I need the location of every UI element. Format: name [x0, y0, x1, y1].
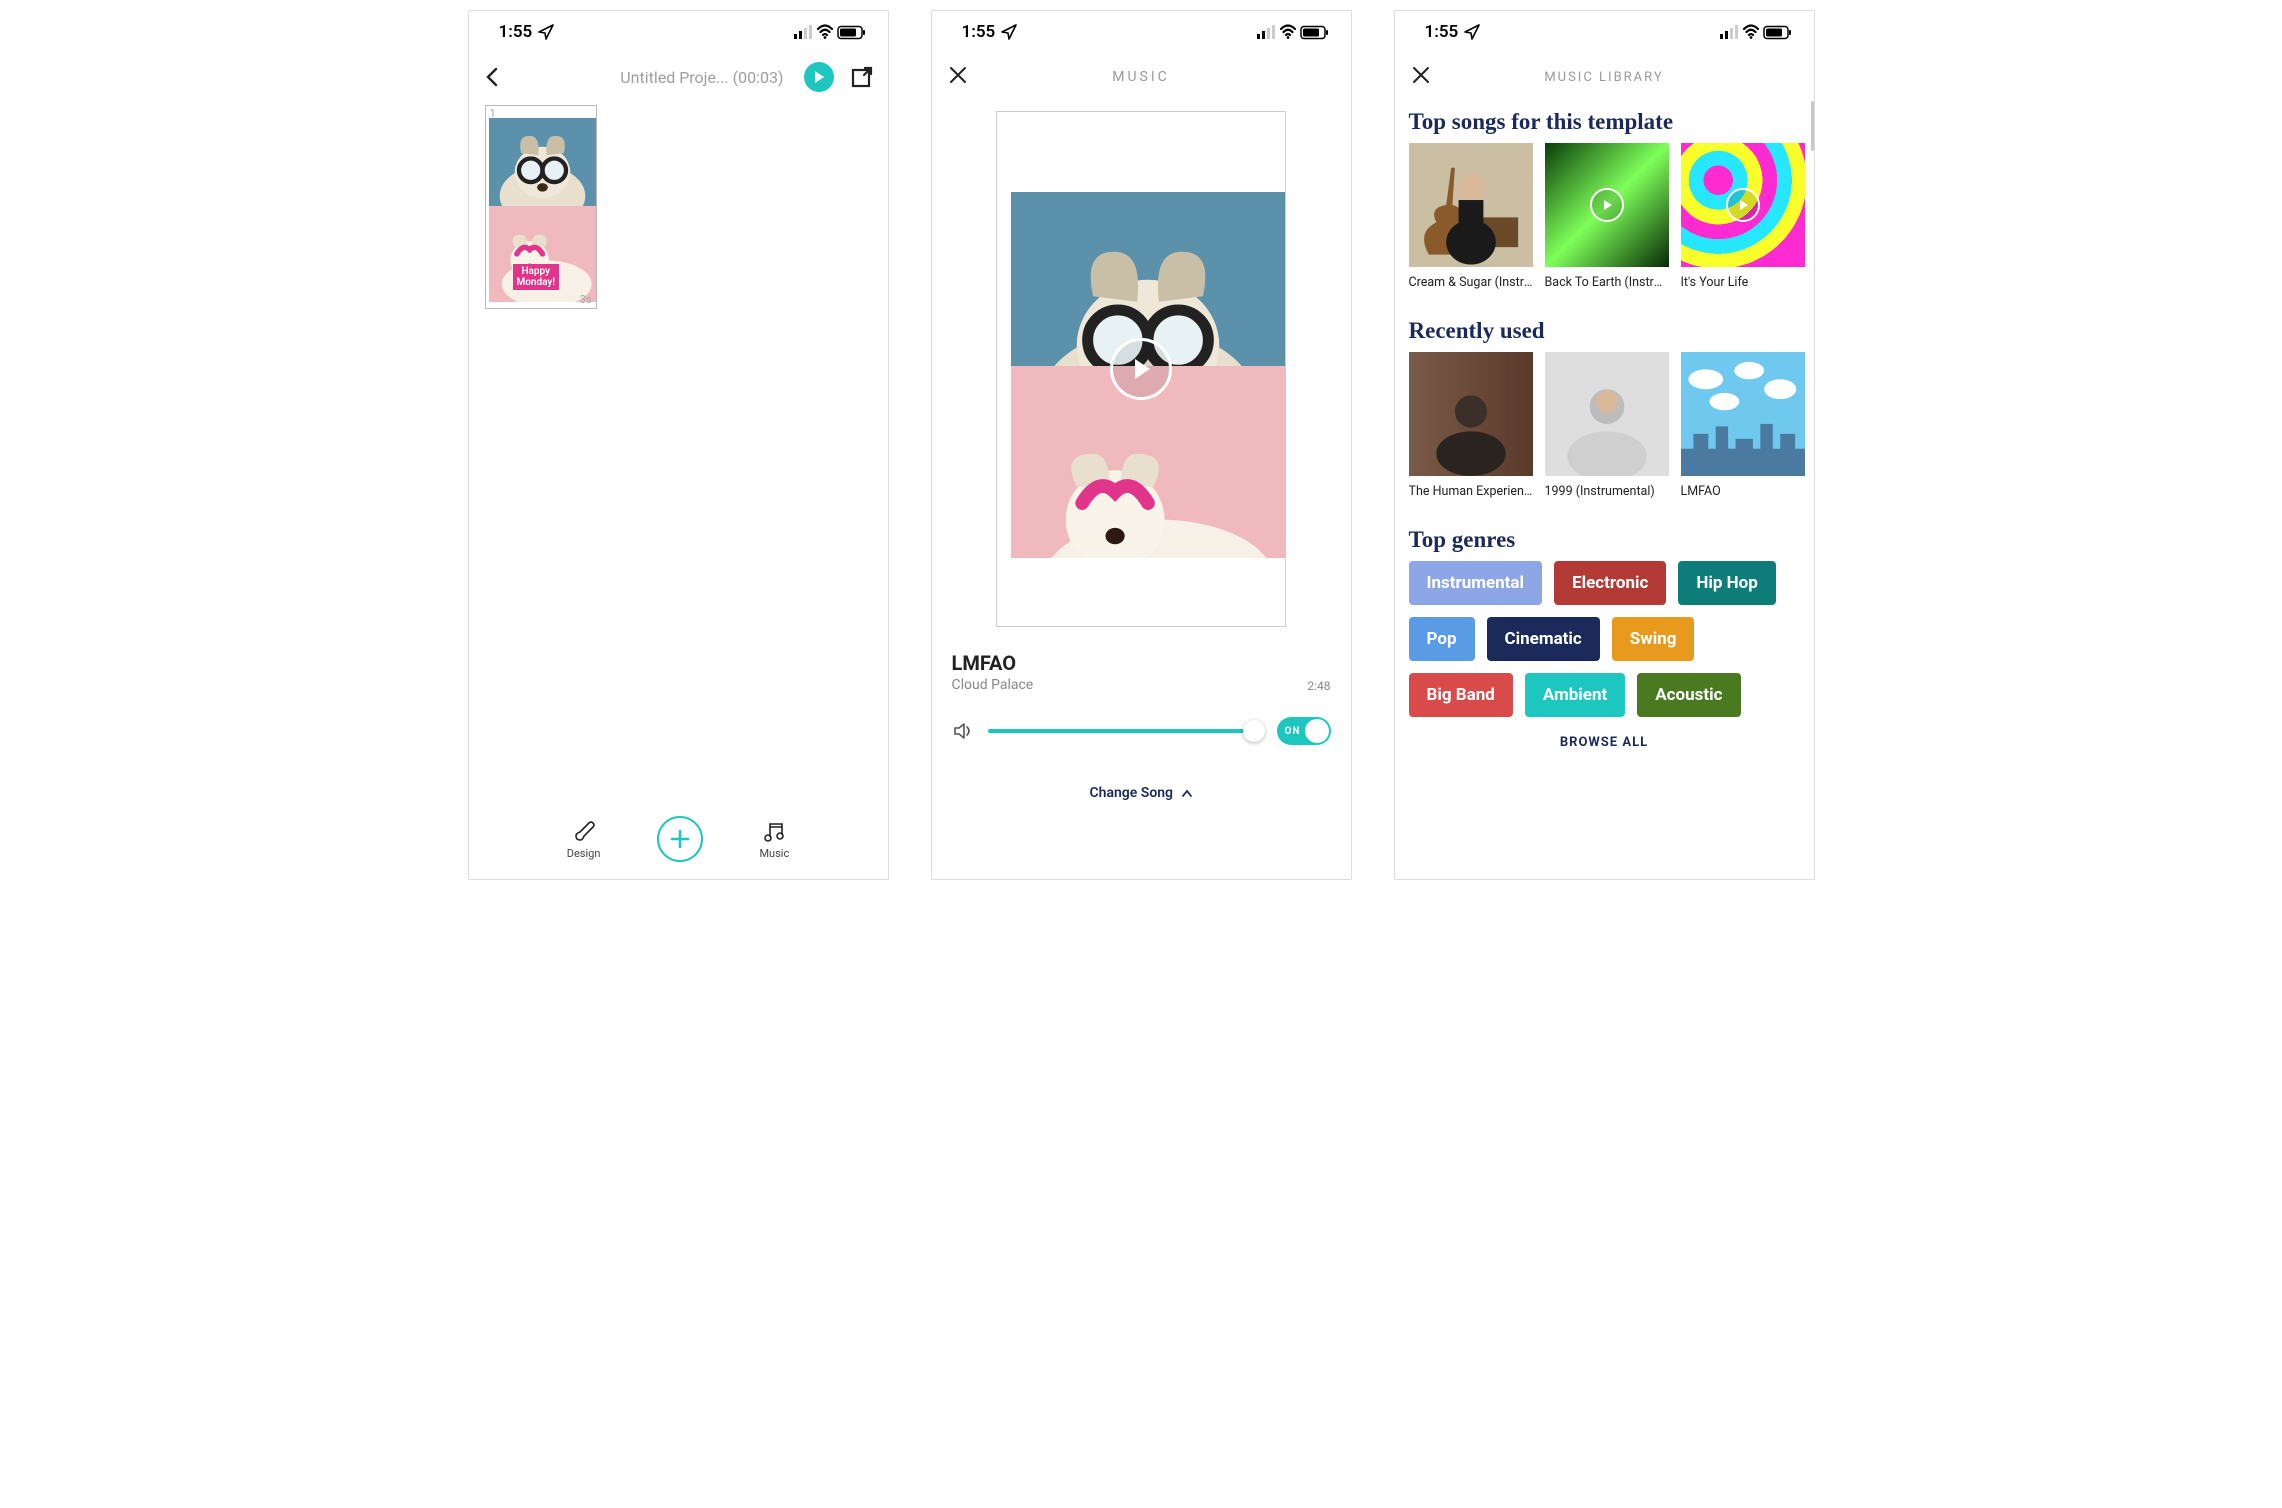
section-genres: Top genres: [1409, 527, 1800, 553]
section-top-songs: Top songs for this template: [1409, 109, 1800, 135]
design-tab[interactable]: Design: [567, 819, 601, 860]
volume-icon[interactable]: [952, 720, 974, 742]
genre-pill[interactable]: Cinematic: [1487, 617, 1600, 661]
chevron-up-icon: [1181, 788, 1193, 798]
close-button[interactable]: [948, 65, 968, 89]
genre-pill[interactable]: Swing: [1612, 617, 1695, 661]
tile-play-button[interactable]: [1726, 188, 1760, 222]
album-art: [1545, 143, 1669, 267]
screen-music: 1:55 MUSIC LMFAO Cloud Palace 2:48: [931, 10, 1352, 880]
change-song-button[interactable]: Change Song: [932, 785, 1351, 809]
album-art: [1681, 352, 1805, 476]
thumb-image-bottom: Happy Monday!: [489, 206, 596, 302]
screen-editor: 1:55 Untitled Proje... (00:03) 1 Happy: [468, 10, 889, 880]
song-duration: 2:48: [1307, 679, 1330, 693]
clip-thumbnail[interactable]: 1 Happy Monday! 3s: [485, 105, 597, 309]
brush-icon: [571, 819, 597, 845]
recent-song-tile[interactable]: LMFAO: [1681, 352, 1805, 499]
recent-song-tile[interactable]: The Human Experienc...: [1409, 352, 1533, 499]
music-note-icon: [761, 819, 787, 845]
location-icon: [537, 23, 555, 41]
status-time: 1:55: [962, 22, 996, 42]
status-indicators-icon: [794, 24, 868, 40]
genre-pill[interactable]: Instrumental: [1409, 561, 1543, 605]
song-title: LMFAO: [952, 651, 1034, 675]
song-artist: Cloud Palace: [952, 677, 1034, 693]
slider-thumb[interactable]: [1243, 720, 1265, 742]
music-header: MUSIC: [932, 53, 1351, 101]
status-indicators-icon: [1720, 24, 1794, 40]
close-icon: [948, 65, 968, 85]
top-song-tile[interactable]: Back To Earth (Instru...: [1545, 143, 1669, 290]
play-icon: [1600, 198, 1614, 212]
genre-pill[interactable]: Big Band: [1409, 673, 1513, 717]
project-title: Untitled Proje... (00:03): [620, 68, 783, 87]
top-song-tile[interactable]: It's Your Life: [1681, 143, 1805, 290]
library-header: MUSIC LIBRARY: [1395, 53, 1814, 101]
tile-play-button[interactable]: [1590, 188, 1624, 222]
status-bar: 1:55: [469, 11, 888, 53]
status-time: 1:55: [499, 22, 533, 42]
status-time: 1:55: [1425, 22, 1459, 42]
album-art: [1409, 143, 1533, 267]
back-icon[interactable]: [483, 67, 503, 87]
editor-bottom-bar: Design Music: [469, 805, 888, 879]
genre-pill[interactable]: Pop: [1409, 617, 1475, 661]
section-recent: Recently used: [1409, 318, 1800, 344]
location-icon: [1463, 23, 1481, 41]
library-content: Top songs for this template Cream & Suga…: [1395, 101, 1814, 879]
album-art: [1681, 143, 1805, 267]
play-icon: [1736, 198, 1750, 212]
close-icon: [1411, 65, 1431, 85]
editor-header: Untitled Proje... (00:03): [469, 53, 888, 101]
tile-caption: Back To Earth (Instru...: [1545, 275, 1669, 290]
music-tab[interactable]: Music: [759, 819, 789, 860]
thumb-image-top: [489, 118, 596, 214]
browse-all-button[interactable]: BROWSE ALL: [1409, 735, 1800, 750]
music-header-title: MUSIC: [1112, 69, 1170, 85]
status-bar: 1:55: [932, 11, 1351, 53]
recent-song-tile[interactable]: 1999 (Instrumental): [1545, 352, 1669, 499]
current-song: LMFAO Cloud Palace 2:48 ON: [932, 627, 1351, 745]
play-icon: [812, 70, 826, 84]
preview-play-button[interactable]: [1110, 338, 1172, 400]
happy-banner: Happy Monday!: [513, 264, 560, 290]
screen-music-library: 1:55 MUSIC LIBRARY Top songs for this te…: [1394, 10, 1815, 880]
tile-caption: Cream & Sugar (Instru...: [1409, 275, 1533, 290]
toggle-knob: [1305, 719, 1329, 743]
tile-caption: The Human Experienc...: [1409, 484, 1533, 499]
top-song-tile[interactable]: Cream & Sugar (Instru...: [1409, 143, 1533, 290]
status-indicators-icon: [1257, 24, 1331, 40]
scroll-indicator: [1811, 101, 1814, 151]
play-button[interactable]: [804, 62, 834, 92]
volume-slider[interactable]: [988, 729, 1263, 733]
library-header-title: MUSIC LIBRARY: [1544, 70, 1663, 85]
album-art: [1409, 352, 1533, 476]
play-icon: [1128, 356, 1154, 382]
close-button[interactable]: [1411, 65, 1431, 89]
export-icon[interactable]: [850, 65, 874, 89]
album-art: [1545, 352, 1669, 476]
video-preview[interactable]: [996, 111, 1286, 627]
status-bar: 1:55: [1395, 11, 1814, 53]
clip-duration: 3s: [580, 293, 592, 306]
genre-pill[interactable]: Ambient: [1525, 673, 1625, 717]
genre-pill[interactable]: Acoustic: [1637, 673, 1740, 717]
music-toggle[interactable]: ON: [1277, 717, 1331, 745]
tile-caption: LMFAO: [1681, 484, 1805, 499]
genre-pill[interactable]: Hip Hop: [1678, 561, 1775, 605]
plus-icon: [669, 828, 691, 850]
add-button[interactable]: [657, 816, 703, 862]
tile-caption: It's Your Life: [1681, 275, 1805, 290]
location-icon: [1000, 23, 1018, 41]
genre-pill[interactable]: Electronic: [1554, 561, 1666, 605]
tile-caption: 1999 (Instrumental): [1545, 484, 1669, 499]
